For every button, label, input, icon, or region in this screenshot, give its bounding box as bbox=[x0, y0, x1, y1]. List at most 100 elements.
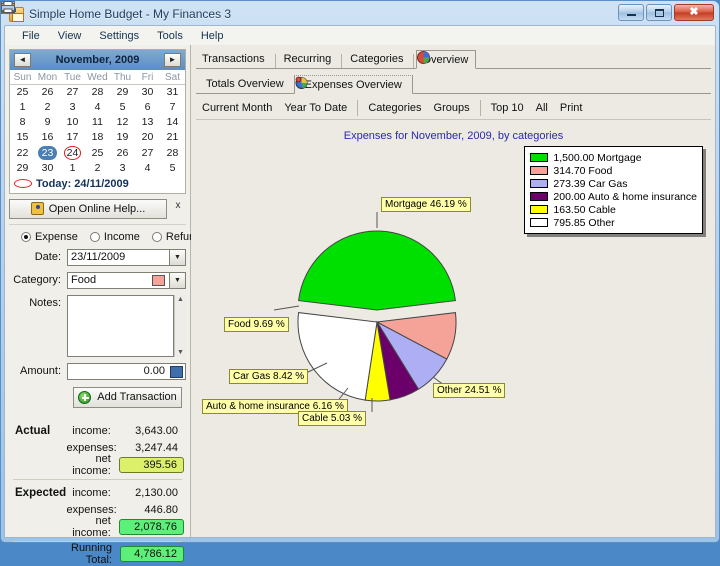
radio-expense-label: Expense bbox=[35, 230, 78, 243]
close-button[interactable]: ✖ bbox=[674, 4, 714, 21]
add-transaction-button[interactable]: Add Transaction bbox=[73, 386, 182, 408]
calendar-day-9[interactable]: 9 bbox=[35, 115, 60, 130]
radio-income[interactable]: Income bbox=[89, 231, 140, 243]
calendar-day-8[interactable]: 8 bbox=[10, 115, 35, 130]
radio-expense[interactable]: Expense bbox=[21, 231, 78, 243]
calendar-day-12[interactable]: 12 bbox=[110, 115, 135, 130]
calendar-day-5[interactable]: 5 bbox=[110, 100, 135, 115]
calendar-day-6[interactable]: 6 bbox=[135, 100, 160, 115]
amount-input[interactable]: 0.00 bbox=[67, 362, 186, 380]
calendar-day-26[interactable]: 26 bbox=[110, 145, 135, 161]
calendar-day-1[interactable]: 1 bbox=[10, 100, 35, 115]
category-input[interactable]: Food bbox=[67, 271, 170, 289]
calendar-day-marker: 23 bbox=[37, 145, 58, 160]
toolbar-current-month[interactable]: Current Month bbox=[1, 1, 278, 116]
notes-row: Notes: ▲ ▼ bbox=[9, 294, 186, 357]
calculator-icon[interactable] bbox=[170, 365, 183, 378]
pie-slice-other[interactable] bbox=[297, 312, 378, 401]
calendar-day-7[interactable]: 7 bbox=[160, 100, 185, 115]
calendar-day-3[interactable]: 3 bbox=[110, 161, 135, 176]
actual-group: Actual income: 3,643.00 expenses: 3,247.… bbox=[11, 422, 184, 477]
toolbar-year-to-date[interactable]: Year To Date bbox=[1, 1, 353, 116]
hide-help-button[interactable]: x bbox=[170, 199, 186, 219]
calendar-day-13[interactable]: 13 bbox=[135, 115, 160, 130]
today-label: Today: 24/11/2009 bbox=[36, 177, 129, 190]
calendar-day-4[interactable]: 4 bbox=[85, 100, 110, 115]
open-online-help-button[interactable]: Open Online Help... bbox=[9, 198, 167, 219]
calendar-day-1[interactable]: 1 bbox=[60, 161, 85, 176]
calendar-day-15[interactable]: 15 bbox=[10, 130, 35, 145]
toolbar-groups[interactable]: Groups bbox=[1, 3, 476, 116]
date-dropdown-arrow-icon[interactable]: ▼ bbox=[170, 248, 186, 266]
calendar-prev-button[interactable]: ◄ bbox=[14, 53, 31, 67]
actual-net-label: net income: bbox=[72, 453, 111, 477]
calendar-day-30[interactable]: 30 bbox=[135, 85, 160, 100]
menu-view[interactable]: View bbox=[49, 28, 91, 44]
calendar-day-5[interactable]: 5 bbox=[160, 161, 185, 176]
calendar-day-19[interactable]: 19 bbox=[110, 130, 135, 145]
tab-transactions[interactable]: Transactions bbox=[1, 1, 273, 68]
calendar-day-17[interactable]: 17 bbox=[60, 130, 85, 145]
calendar-day-23[interactable]: 23 bbox=[35, 145, 60, 161]
minimize-button[interactable] bbox=[618, 4, 644, 21]
calendar-day-2[interactable]: 2 bbox=[85, 161, 110, 176]
calendar-day-3[interactable]: 3 bbox=[60, 100, 85, 115]
calendar-day-2[interactable]: 2 bbox=[35, 100, 60, 115]
maximize-button[interactable] bbox=[646, 4, 672, 21]
calendar-day-26[interactable]: 26 bbox=[35, 85, 60, 100]
calendar-day-21[interactable]: 21 bbox=[160, 130, 185, 145]
toolbar-print[interactable]: Print bbox=[1, 1, 589, 116]
calendar-day-16[interactable]: 16 bbox=[35, 130, 60, 145]
weekday-tue: Tue bbox=[60, 72, 85, 85]
calendar-widget: ◄ November, 2009 ► Sun Mon Tue Wed Thu F… bbox=[9, 49, 186, 194]
calendar-day-25[interactable]: 25 bbox=[85, 145, 110, 161]
weekday-sun: Sun bbox=[10, 72, 35, 85]
calendar-day-20[interactable]: 20 bbox=[135, 130, 160, 145]
calendar-day-18[interactable]: 18 bbox=[85, 130, 110, 145]
tab-overview[interactable]: Overview bbox=[416, 50, 477, 69]
calendar-day-4[interactable]: 4 bbox=[135, 161, 160, 176]
expected-expenses-value: 446.80 bbox=[144, 504, 178, 516]
calendar-day-10[interactable]: 10 bbox=[60, 115, 85, 130]
calendar-day-11[interactable]: 11 bbox=[85, 115, 110, 130]
toolbar-all[interactable]: All bbox=[1, 3, 554, 116]
toolbar-categories[interactable]: Categories bbox=[1, 4, 427, 116]
expected-group: Expected income: 2,130.00 expenses: 446.… bbox=[11, 484, 184, 539]
tab-recurring[interactable]: Recurring bbox=[1, 1, 340, 68]
pie-slice-mortgage[interactable] bbox=[298, 230, 456, 311]
calendar-day-28[interactable]: 28 bbox=[85, 85, 110, 100]
tab-totals-overview[interactable]: Totals Overview bbox=[1, 1, 294, 93]
amount-row: Amount: 0.00 bbox=[9, 362, 186, 380]
category-dropdown-arrow-icon[interactable]: ▼ bbox=[170, 271, 186, 289]
calendar-day-14[interactable]: 14 bbox=[160, 115, 185, 130]
calendar-day-24[interactable]: 24 bbox=[60, 145, 85, 161]
tab-expenses-overview[interactable]: Expenses Overview bbox=[293, 75, 413, 94]
notes-textarea[interactable] bbox=[67, 294, 174, 357]
toolbar-current-month-label: Current Month bbox=[202, 101, 273, 114]
notes-scrollbar[interactable]: ▲ ▼ bbox=[174, 294, 186, 357]
calendar-day-22[interactable]: 22 bbox=[10, 145, 35, 161]
calendar-day-28[interactable]: 28 bbox=[160, 145, 185, 161]
expected-net-label: net income: bbox=[72, 515, 111, 539]
calendar-day-29[interactable]: 29 bbox=[10, 161, 35, 176]
calendar-day-29[interactable]: 29 bbox=[110, 85, 135, 100]
legend-item-other: 795.85 Other bbox=[530, 216, 697, 229]
left-panel: ◄ November, 2009 ► Sun Mon Tue Wed Thu F… bbox=[5, 45, 201, 566]
menu-help[interactable]: Help bbox=[192, 28, 233, 44]
menu-file[interactable]: File bbox=[13, 28, 49, 44]
right-panel: Transactions Recurring Categories Overvi… bbox=[1, 1, 715, 537]
calendar-day-31[interactable]: 31 bbox=[160, 85, 185, 100]
calendar-day-30[interactable]: 30 bbox=[35, 161, 60, 176]
calendar-week-row: 1234567 bbox=[10, 100, 185, 115]
menu-settings[interactable]: Settings bbox=[90, 28, 148, 44]
calendar-day-25[interactable]: 25 bbox=[10, 85, 35, 100]
date-input[interactable]: 23/11/2009 bbox=[67, 248, 170, 266]
calendar-day-27[interactable]: 27 bbox=[60, 85, 85, 100]
tab-categories[interactable]: Categories bbox=[1, 4, 411, 68]
menu-tools[interactable]: Tools bbox=[148, 28, 192, 44]
calendar-day-27[interactable]: 27 bbox=[135, 145, 160, 161]
calendar-next-button[interactable]: ► bbox=[164, 53, 181, 67]
toolbar-all-label: All bbox=[535, 101, 548, 114]
toolbar-top-10[interactable]: Top 10 bbox=[1, 1, 530, 116]
transaction-form: Expense Income Refund Date: 23/11/2009 ▼… bbox=[9, 223, 201, 408]
